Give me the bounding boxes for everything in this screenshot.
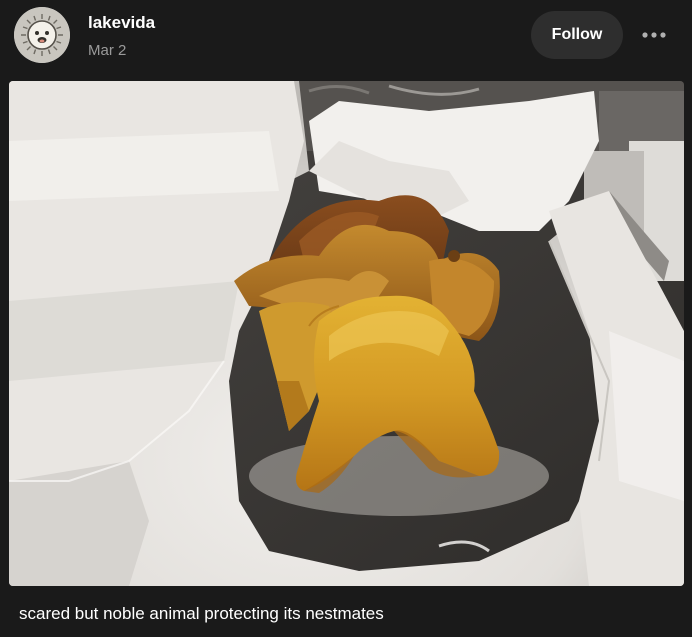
ellipsis-horizontal-icon: [642, 32, 666, 38]
sun-face-icon: [14, 7, 70, 63]
post-card: lakevida Mar 2 Follow scared but noble a…: [0, 0, 692, 637]
more-options-button[interactable]: [636, 18, 672, 52]
post-caption: scared but noble animal protecting its n…: [19, 604, 384, 623]
post-date: Mar 2: [88, 42, 127, 59]
wonton-photo: [9, 81, 684, 586]
username-link[interactable]: lakevida: [88, 13, 155, 33]
follow-button[interactable]: Follow: [531, 11, 623, 59]
post-header: lakevida Mar 2 Follow: [0, 0, 692, 80]
avatar[interactable]: [14, 7, 70, 63]
post-image[interactable]: [9, 81, 684, 586]
